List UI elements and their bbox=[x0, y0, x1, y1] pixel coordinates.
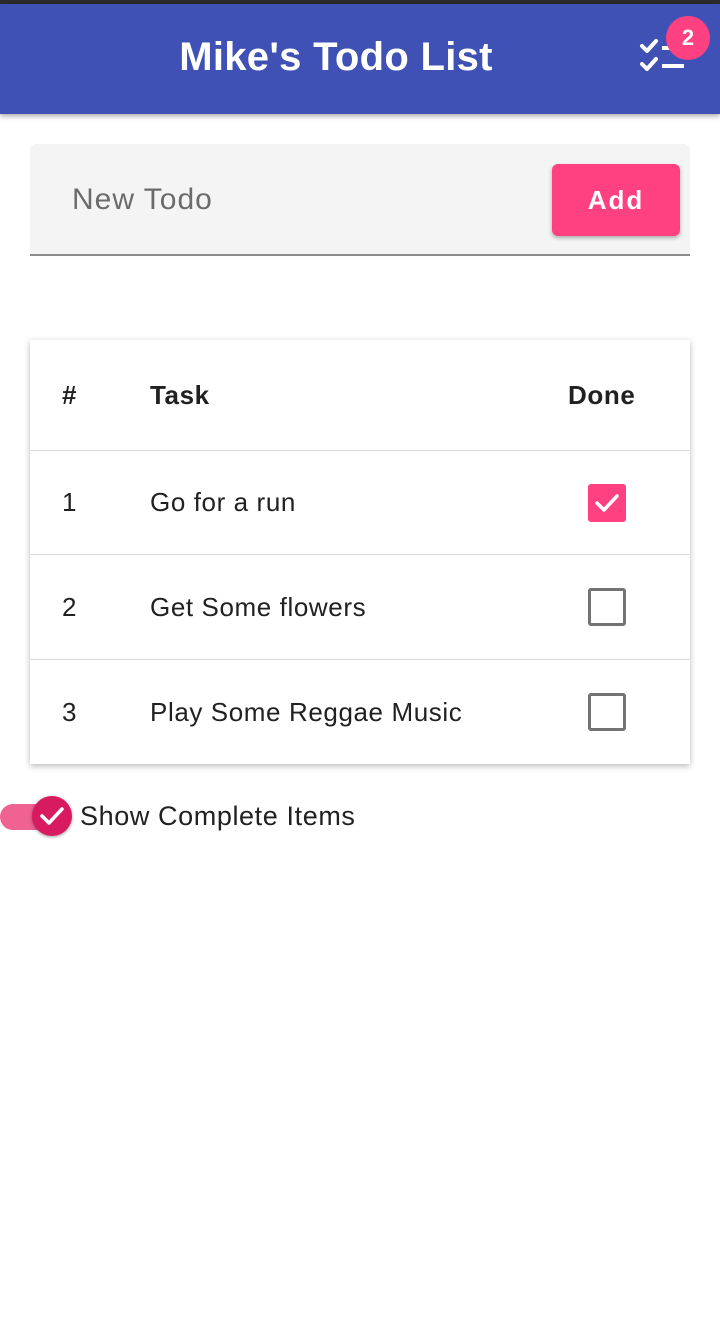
row-number: 3 bbox=[62, 696, 78, 727]
column-header-done: Done bbox=[568, 379, 636, 410]
column-header-task: Task bbox=[150, 379, 210, 410]
column-header-number: # bbox=[62, 379, 78, 410]
done-checkbox[interactable] bbox=[588, 484, 626, 522]
done-checkbox[interactable] bbox=[588, 693, 626, 731]
show-complete-toggle[interactable] bbox=[32, 796, 72, 836]
check-icon bbox=[595, 494, 619, 512]
new-todo-input[interactable] bbox=[72, 170, 532, 230]
new-todo-field: Add bbox=[30, 144, 690, 256]
row-number: 2 bbox=[62, 591, 78, 622]
show-complete-toggle-row: Show Complete Items bbox=[0, 790, 720, 844]
todo-table: # Task Done 1 Go for a run 2 Get Some fl… bbox=[30, 340, 690, 764]
add-button[interactable]: Add bbox=[552, 164, 680, 236]
row-task: Go for a run bbox=[150, 487, 296, 517]
table-row: 1 Go for a run bbox=[30, 451, 690, 555]
row-task: Play Some Reggae Music bbox=[150, 696, 463, 727]
table-row: 2 Get Some flowers bbox=[30, 555, 690, 660]
app-bar: Mike's Todo List 2 bbox=[0, 4, 720, 114]
show-complete-label: Show Complete Items bbox=[80, 801, 356, 831]
row-number: 1 bbox=[62, 487, 78, 517]
check-icon bbox=[40, 807, 64, 825]
table-row: 3 Play Some Reggae Music bbox=[30, 660, 690, 764]
row-task: Get Some flowers bbox=[150, 591, 367, 622]
page-title: Mike's Todo List bbox=[179, 35, 493, 79]
notification-badge: 2 bbox=[666, 16, 710, 60]
done-checkbox[interactable] bbox=[588, 588, 626, 626]
table-header-row: # Task Done bbox=[30, 340, 690, 451]
